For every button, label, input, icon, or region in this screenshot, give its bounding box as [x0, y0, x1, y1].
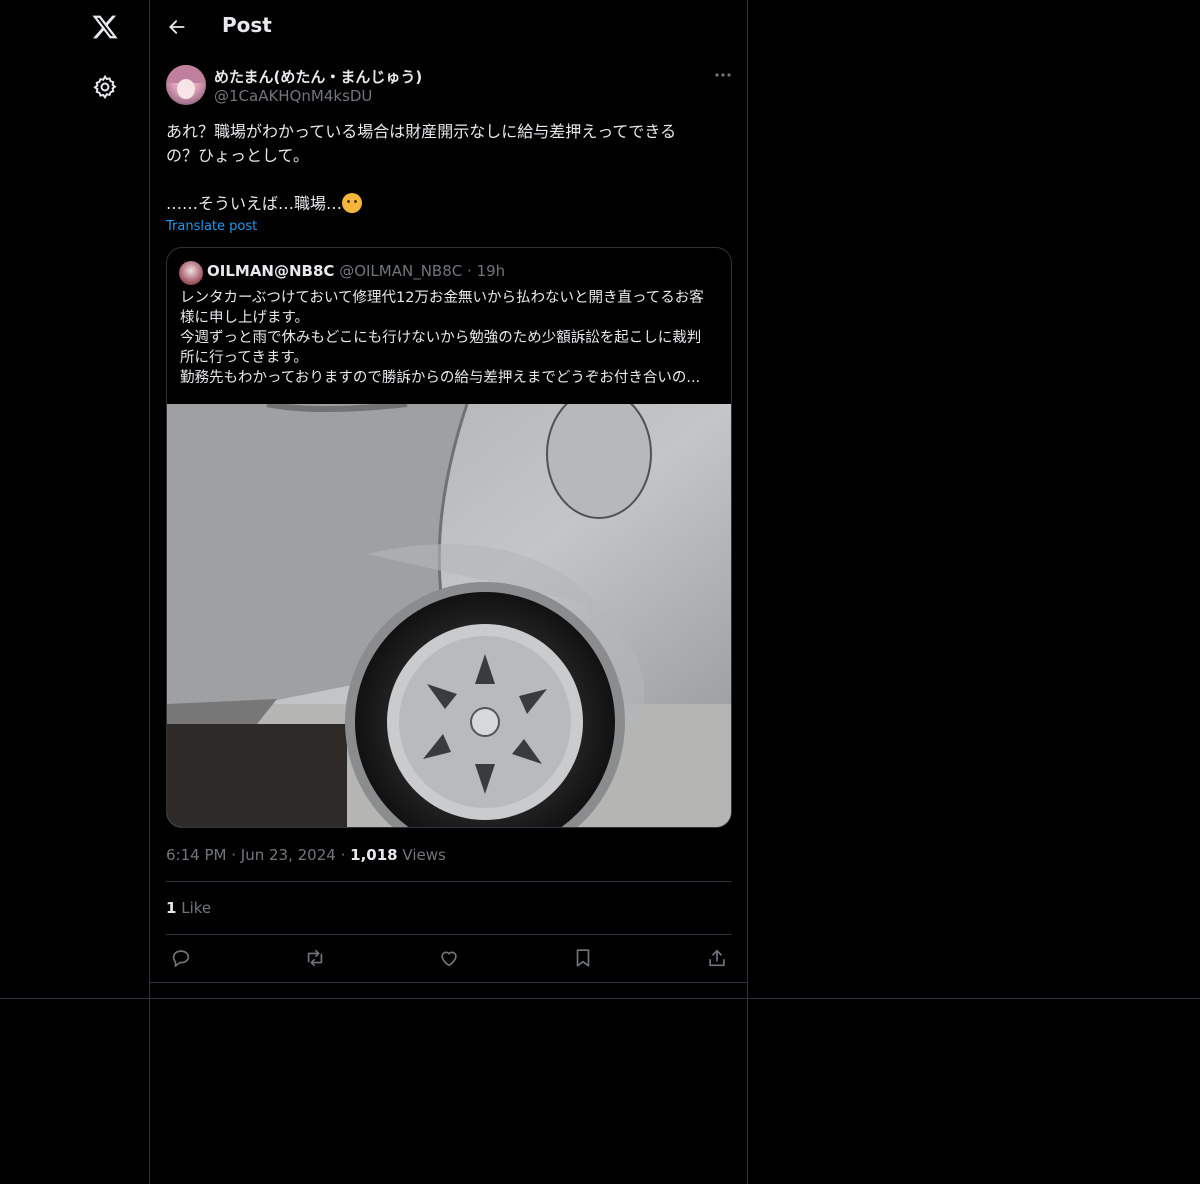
thinking-face-icon [342, 193, 363, 213]
bookmark-icon[interactable] [572, 947, 594, 969]
post-text-line: の？ひょっとして。 [166, 146, 310, 165]
avatar[interactable] [166, 65, 206, 105]
page-title: Post [222, 13, 272, 37]
quoted-handle: @OILMAN_NB8C [339, 262, 463, 280]
heart-icon[interactable] [438, 947, 460, 969]
post-text-line: あれ？職場がわかっている場合は財産開示なしに給与差押えってできる [166, 122, 677, 141]
author-handle[interactable]: @1CaAKHQnM4ksDU [214, 87, 372, 105]
quoted-time: 19h [476, 262, 506, 280]
left-nav [0, 0, 149, 1184]
quoted-avatar [179, 261, 203, 285]
post-text-line: ……そういえば…職場… [166, 192, 732, 216]
likes-stat[interactable]: 1 Like [166, 899, 211, 917]
divider [166, 934, 732, 935]
repost-icon[interactable] [304, 947, 326, 969]
quoted-text: レンタカーぶつけておいて修理代12万お金無いから払わないと開き直ってるお客 様に… [180, 290, 704, 386]
car-photo[interactable] [167, 404, 732, 828]
post-text: あれ？職場がわかっている場合は財産開示なしに給与差押えってできる の？ひょっとし… [166, 120, 732, 216]
post-meta: 6:14 PM · Jun 23, 2024 · 1,018 Views [166, 846, 446, 864]
quoted-display-name: OILMAN@NB8C [207, 262, 335, 280]
divider [0, 998, 1200, 999]
divider [149, 982, 748, 983]
back-arrow-icon[interactable] [167, 17, 187, 37]
x-logo-icon[interactable] [90, 13, 120, 41]
views-count: 1,018 [350, 846, 398, 864]
more-icon[interactable] [713, 65, 733, 85]
divider [166, 881, 732, 882]
author-display-name[interactable]: めたまん(めたん・まんじゅう) [214, 66, 422, 87]
gear-icon[interactable] [92, 74, 118, 100]
views-label: Views [402, 846, 446, 864]
reply-icon[interactable] [170, 947, 192, 969]
share-icon[interactable] [706, 947, 728, 969]
quoted-header: OILMAN@NB8C @OILMAN_NB8C · 19h [207, 262, 506, 280]
likes-count: 1 [166, 899, 177, 917]
post-date[interactable]: Jun 23, 2024 [241, 846, 336, 864]
translate-post-link[interactable]: Translate post [166, 219, 257, 234]
likes-label: Like [181, 899, 212, 917]
post-time[interactable]: 6:14 PM [166, 846, 226, 864]
quoted-post[interactable]: OILMAN@NB8C @OILMAN_NB8C · 19h レンタカーぶつけて… [166, 247, 732, 828]
